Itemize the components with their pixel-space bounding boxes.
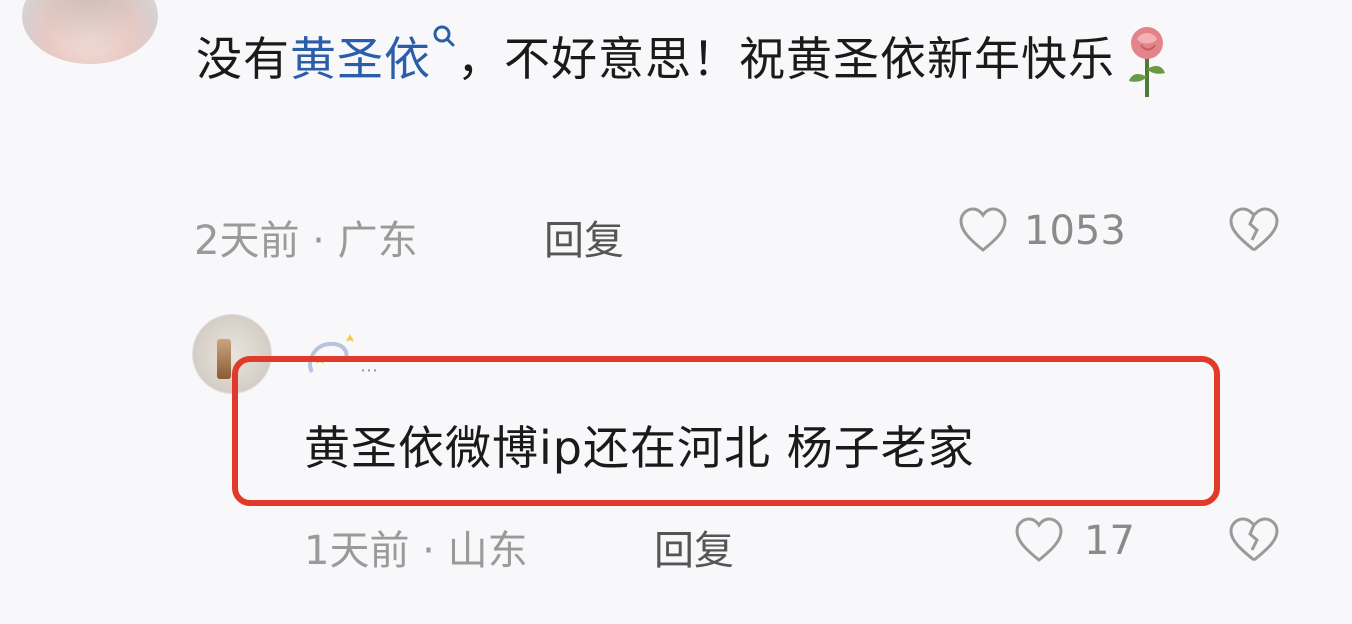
like-count: 17 [1084, 518, 1135, 564]
heart-icon[interactable] [1014, 516, 1064, 564]
comment-1-text-before: 没有 [196, 32, 290, 86]
comment-1-text: 没有黄圣依 ，不好意思！祝黄圣依新年快乐 [196, 18, 1306, 101]
rose-emoji-icon [1129, 26, 1165, 97]
comment-1-text-after: ，不好意思！祝黄圣依新年快乐 [457, 32, 1115, 86]
mention-link[interactable]: 黄圣依 [290, 25, 457, 86]
reply-button[interactable]: 回复 [544, 208, 624, 266]
mention-name: 黄圣依 [290, 32, 431, 86]
avatar-photo [217, 339, 231, 379]
search-icon [433, 25, 455, 47]
broken-heart-icon[interactable] [1226, 516, 1282, 564]
comment-1-timestamp-location: 2天前 · 广东 [194, 218, 418, 264]
like-count: 1053 [1024, 208, 1126, 254]
heart-icon[interactable] [958, 206, 1008, 254]
reply-button[interactable]: 回复 [654, 518, 734, 576]
comment-2-text: 黄圣依微博ip还在河北 杨子老家 [304, 421, 975, 475]
comment-2-timestamp-location: 1天前 · 山东 [304, 528, 528, 574]
avatar-photo [22, 0, 158, 64]
avatar-commenter-1[interactable] [22, 0, 158, 64]
broken-heart-icon[interactable] [1226, 206, 1282, 254]
